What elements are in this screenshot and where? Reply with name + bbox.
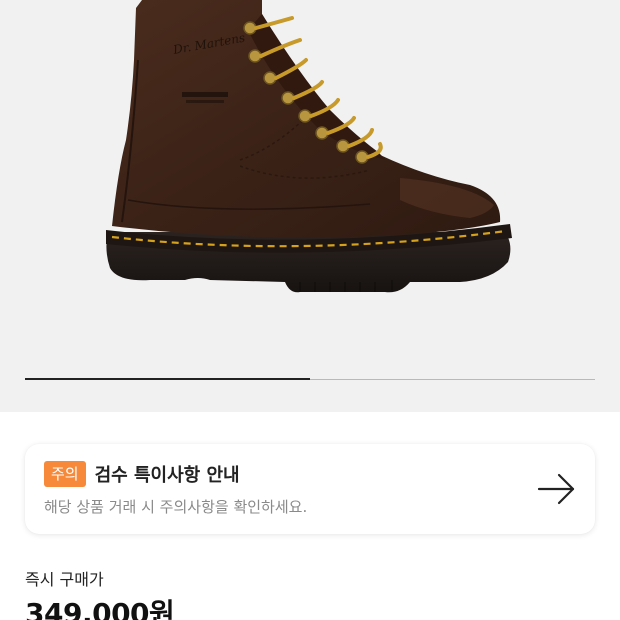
- product-page: Dr. Martens 주의 검수 특이사항 안내 해당 상품 거래 시 주의사…: [0, 0, 620, 620]
- notice-header: 주의 검수 특이사항 안내: [44, 461, 240, 487]
- instant-buy-price: 349,000원: [25, 597, 175, 620]
- caution-badge: 주의: [44, 461, 86, 487]
- inspection-notice-card[interactable]: 주의 검수 특이사항 안내 해당 상품 거래 시 주의사항을 확인하세요.: [25, 444, 595, 534]
- product-image-carousel[interactable]: Dr. Martens: [0, 0, 620, 412]
- notice-subtitle: 해당 상품 거래 시 주의사항을 확인하세요.: [44, 498, 308, 516]
- notice-title: 검수 특이사항 안내: [94, 465, 240, 486]
- image-progress-indicator: [25, 378, 310, 380]
- product-image[interactable]: Dr. Martens: [0, 0, 620, 412]
- arrow-right-icon[interactable]: [537, 472, 577, 506]
- instant-buy-price-label: 즉시 구매가: [25, 570, 104, 589]
- image-progress-bar: [25, 378, 595, 380]
